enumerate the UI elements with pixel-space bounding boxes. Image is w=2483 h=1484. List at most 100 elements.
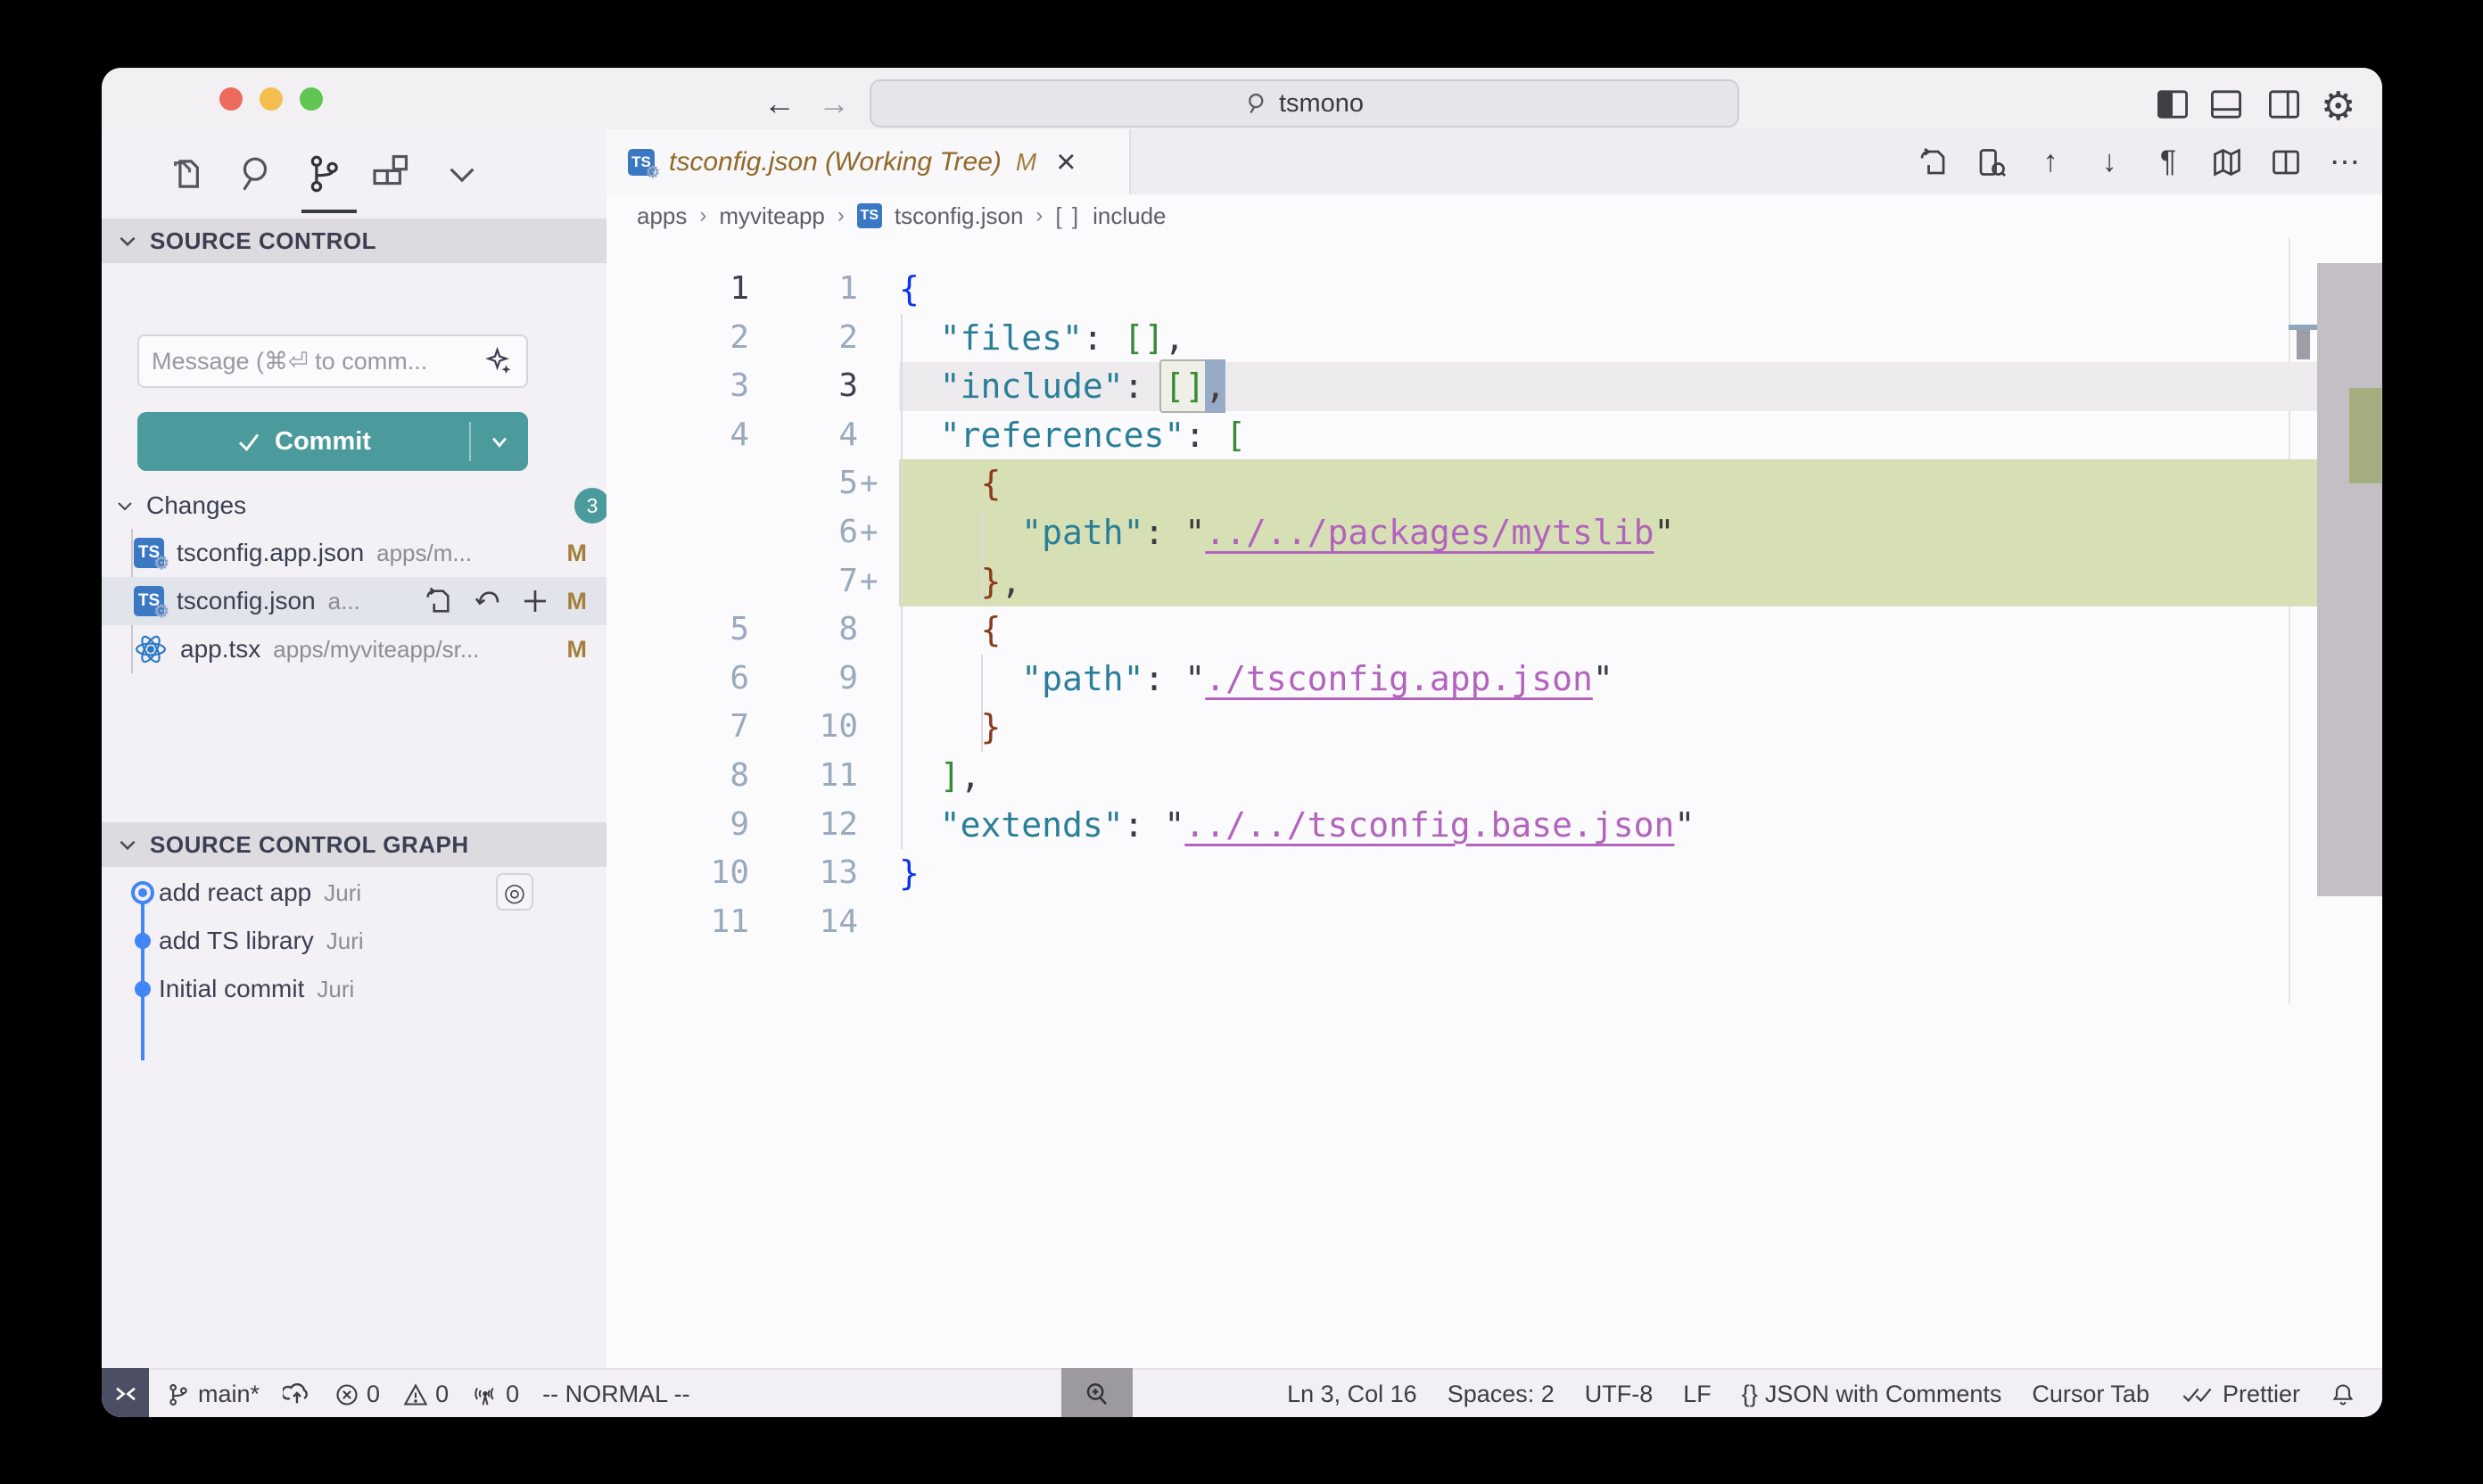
breadcrumb-item-myviteapp[interactable]: myviteapp xyxy=(719,202,825,230)
source-control-section-header[interactable]: SOURCE CONTROL xyxy=(102,218,606,263)
code-line[interactable]: 710 } xyxy=(606,703,2382,752)
code-text: "files": [], xyxy=(885,314,1184,363)
render-whitespace-icon[interactable]: ¶ xyxy=(2152,144,2184,179)
changes-section-header[interactable]: Changes 3 xyxy=(114,482,594,529)
remote-indicator[interactable] xyxy=(102,1368,149,1417)
commit-button[interactable]: Commit xyxy=(137,412,528,471)
screencast-zoom-indicator[interactable] xyxy=(1061,1368,1133,1417)
more-views-chevron-icon[interactable] xyxy=(442,153,482,194)
commit-message-input[interactable]: Message (⌘⏎ to comm... xyxy=(137,334,528,388)
commit-author: Juri xyxy=(324,879,361,907)
breadcrumb-separator: › xyxy=(1035,203,1043,228)
commit-message: add react app xyxy=(159,878,311,907)
split-editor-icon[interactable] xyxy=(2270,146,2302,178)
source-control-graph-section-header[interactable]: SOURCE CONTROL GRAPH xyxy=(102,822,606,867)
explorer-icon[interactable] xyxy=(167,153,206,194)
code-line[interactable]: 1013} xyxy=(606,849,2382,898)
toggle-secondary-sidebar-icon[interactable] xyxy=(2267,89,2301,120)
notifications-bell-icon[interactable] xyxy=(2330,1382,2355,1407)
changed-file-row-selected[interactable]: TS⚙ tsconfig.json a... xyxy=(102,577,606,625)
encoding-indicator[interactable]: UTF-8 xyxy=(1585,1381,1654,1408)
original-line-number: 5 xyxy=(606,606,749,655)
added-line-plus: + xyxy=(858,459,885,508)
ports-indicator[interactable]: 0 xyxy=(472,1381,519,1408)
tab-modified-badge: M xyxy=(1016,148,1036,177)
modified-status-badge: M xyxy=(567,636,588,664)
cursor-tab-indicator[interactable]: Cursor Tab xyxy=(2032,1381,2149,1408)
discard-changes-icon[interactable] xyxy=(473,587,501,615)
inline-view-icon[interactable] xyxy=(1976,146,2008,178)
source-control-view-icon[interactable] xyxy=(303,153,342,194)
maximize-window-button[interactable] xyxy=(300,87,323,111)
minimize-window-button[interactable] xyxy=(260,87,283,111)
stage-changes-plus-icon[interactable] xyxy=(521,587,549,615)
code-line[interactable]: 44 "references": [ xyxy=(606,411,2382,460)
breadcrumb-item-file[interactable]: tsconfig.json xyxy=(895,202,1024,230)
settings-gear-icon[interactable]: ⚙ xyxy=(2321,84,2355,129)
back-button[interactable]: ← xyxy=(763,84,796,123)
code-line[interactable]: 1114 xyxy=(606,898,2382,947)
previous-change-icon[interactable]: ↑ xyxy=(2034,144,2066,179)
modified-line-number: 14 xyxy=(749,898,858,947)
tab-tsconfig-json[interactable]: TS⚙ tsconfig.json (Working Tree) M × xyxy=(606,129,1131,194)
path-link: ./tsconfig.app.json xyxy=(1205,659,1593,698)
code-line[interactable]: 811 ], xyxy=(606,752,2382,801)
changed-file-row[interactable]: app.tsx apps/myviteapp/sr... M xyxy=(102,625,606,673)
code-line[interactable]: 22 "files": [], xyxy=(606,314,2382,363)
search-view-icon[interactable] xyxy=(235,153,275,194)
scrollbar-slider[interactable] xyxy=(2317,263,2382,896)
original-line-number xyxy=(606,508,749,557)
code-line[interactable]: 58 { xyxy=(606,606,2382,655)
code-line[interactable]: 7+ }, xyxy=(606,557,2382,606)
added-line-plus xyxy=(858,411,885,460)
extensions-view-icon[interactable] xyxy=(369,153,408,194)
formatter-indicator[interactable]: Prettier xyxy=(2180,1381,2300,1408)
branch-indicator[interactable]: main* xyxy=(166,1381,260,1408)
commit-row[interactable]: add TS library Juri xyxy=(102,917,606,965)
errors-indicator[interactable]: 0 xyxy=(334,1381,380,1408)
chevron-down-icon xyxy=(116,229,139,252)
tsconfig-file-icon: TS xyxy=(857,203,882,228)
checkout-target-icon[interactable]: ◎ xyxy=(496,873,533,911)
code-line[interactable]: 912 "extends": "../../tsconfig.base.json… xyxy=(606,801,2382,850)
close-window-button[interactable] xyxy=(219,87,243,111)
map-icon[interactable] xyxy=(2211,146,2243,178)
eol-indicator[interactable]: LF xyxy=(1683,1381,1712,1408)
code-line[interactable]: 6+ "path": "../../packages/mytslib" xyxy=(606,508,2382,557)
file-name: tsconfig.app.json xyxy=(177,539,364,567)
warnings-indicator[interactable]: 0 xyxy=(403,1381,449,1408)
vim-mode-indicator[interactable]: -- NORMAL -- xyxy=(542,1381,689,1408)
close-tab-icon[interactable]: × xyxy=(1056,149,1076,176)
sparkle-icon[interactable] xyxy=(483,346,514,376)
breadcrumb-item-include[interactable]: include xyxy=(1093,202,1166,230)
double-check-icon xyxy=(2180,1383,2215,1406)
forward-button[interactable]: → xyxy=(818,84,850,123)
indentation-indicator[interactable]: Spaces: 2 xyxy=(1448,1381,1555,1408)
diff-editor[interactable]: 11{22 "files": [],33 "include": [],44 "r… xyxy=(606,237,2382,1368)
code-line[interactable]: 69 "path": "./tsconfig.app.json" xyxy=(606,655,2382,704)
commit-row[interactable]: Initial commit Juri xyxy=(102,965,606,1013)
code-line[interactable]: 33 "include": [], xyxy=(606,362,2382,411)
file-name: tsconfig.json xyxy=(177,587,316,615)
code-line[interactable]: 5+ { xyxy=(606,459,2382,508)
language-mode-indicator[interactable]: {} JSON with Comments xyxy=(1742,1381,2002,1408)
sync-changes-button[interactable] xyxy=(283,1381,311,1409)
more-actions-icon[interactable]: ⋯ xyxy=(2329,144,2361,180)
changed-file-row[interactable]: TS⚙ tsconfig.app.json apps/m... M xyxy=(102,529,606,577)
commit-dropdown-button[interactable] xyxy=(471,429,528,454)
added-line-plus xyxy=(858,801,885,850)
breadcrumb-item-apps[interactable]: apps xyxy=(637,202,687,230)
next-change-icon[interactable]: ↓ xyxy=(2093,144,2125,179)
command-center-search[interactable]: tsmono xyxy=(870,79,1739,128)
toggle-primary-sidebar-icon[interactable] xyxy=(2156,89,2190,120)
code-text: { xyxy=(885,265,920,314)
toggle-panel-icon[interactable] xyxy=(2209,89,2243,120)
commit-author: Juri xyxy=(326,928,364,955)
open-file-icon[interactable] xyxy=(423,586,453,616)
code-line[interactable]: 11{ xyxy=(606,265,2382,314)
open-file-icon[interactable] xyxy=(1917,146,1949,178)
bracket-match-box: [] xyxy=(1159,359,1209,413)
branch-name: main* xyxy=(198,1381,260,1408)
cursor-position-indicator[interactable]: Ln 3, Col 16 xyxy=(1287,1381,1417,1408)
tab-title: tsconfig.json (Working Tree) xyxy=(669,147,1002,177)
